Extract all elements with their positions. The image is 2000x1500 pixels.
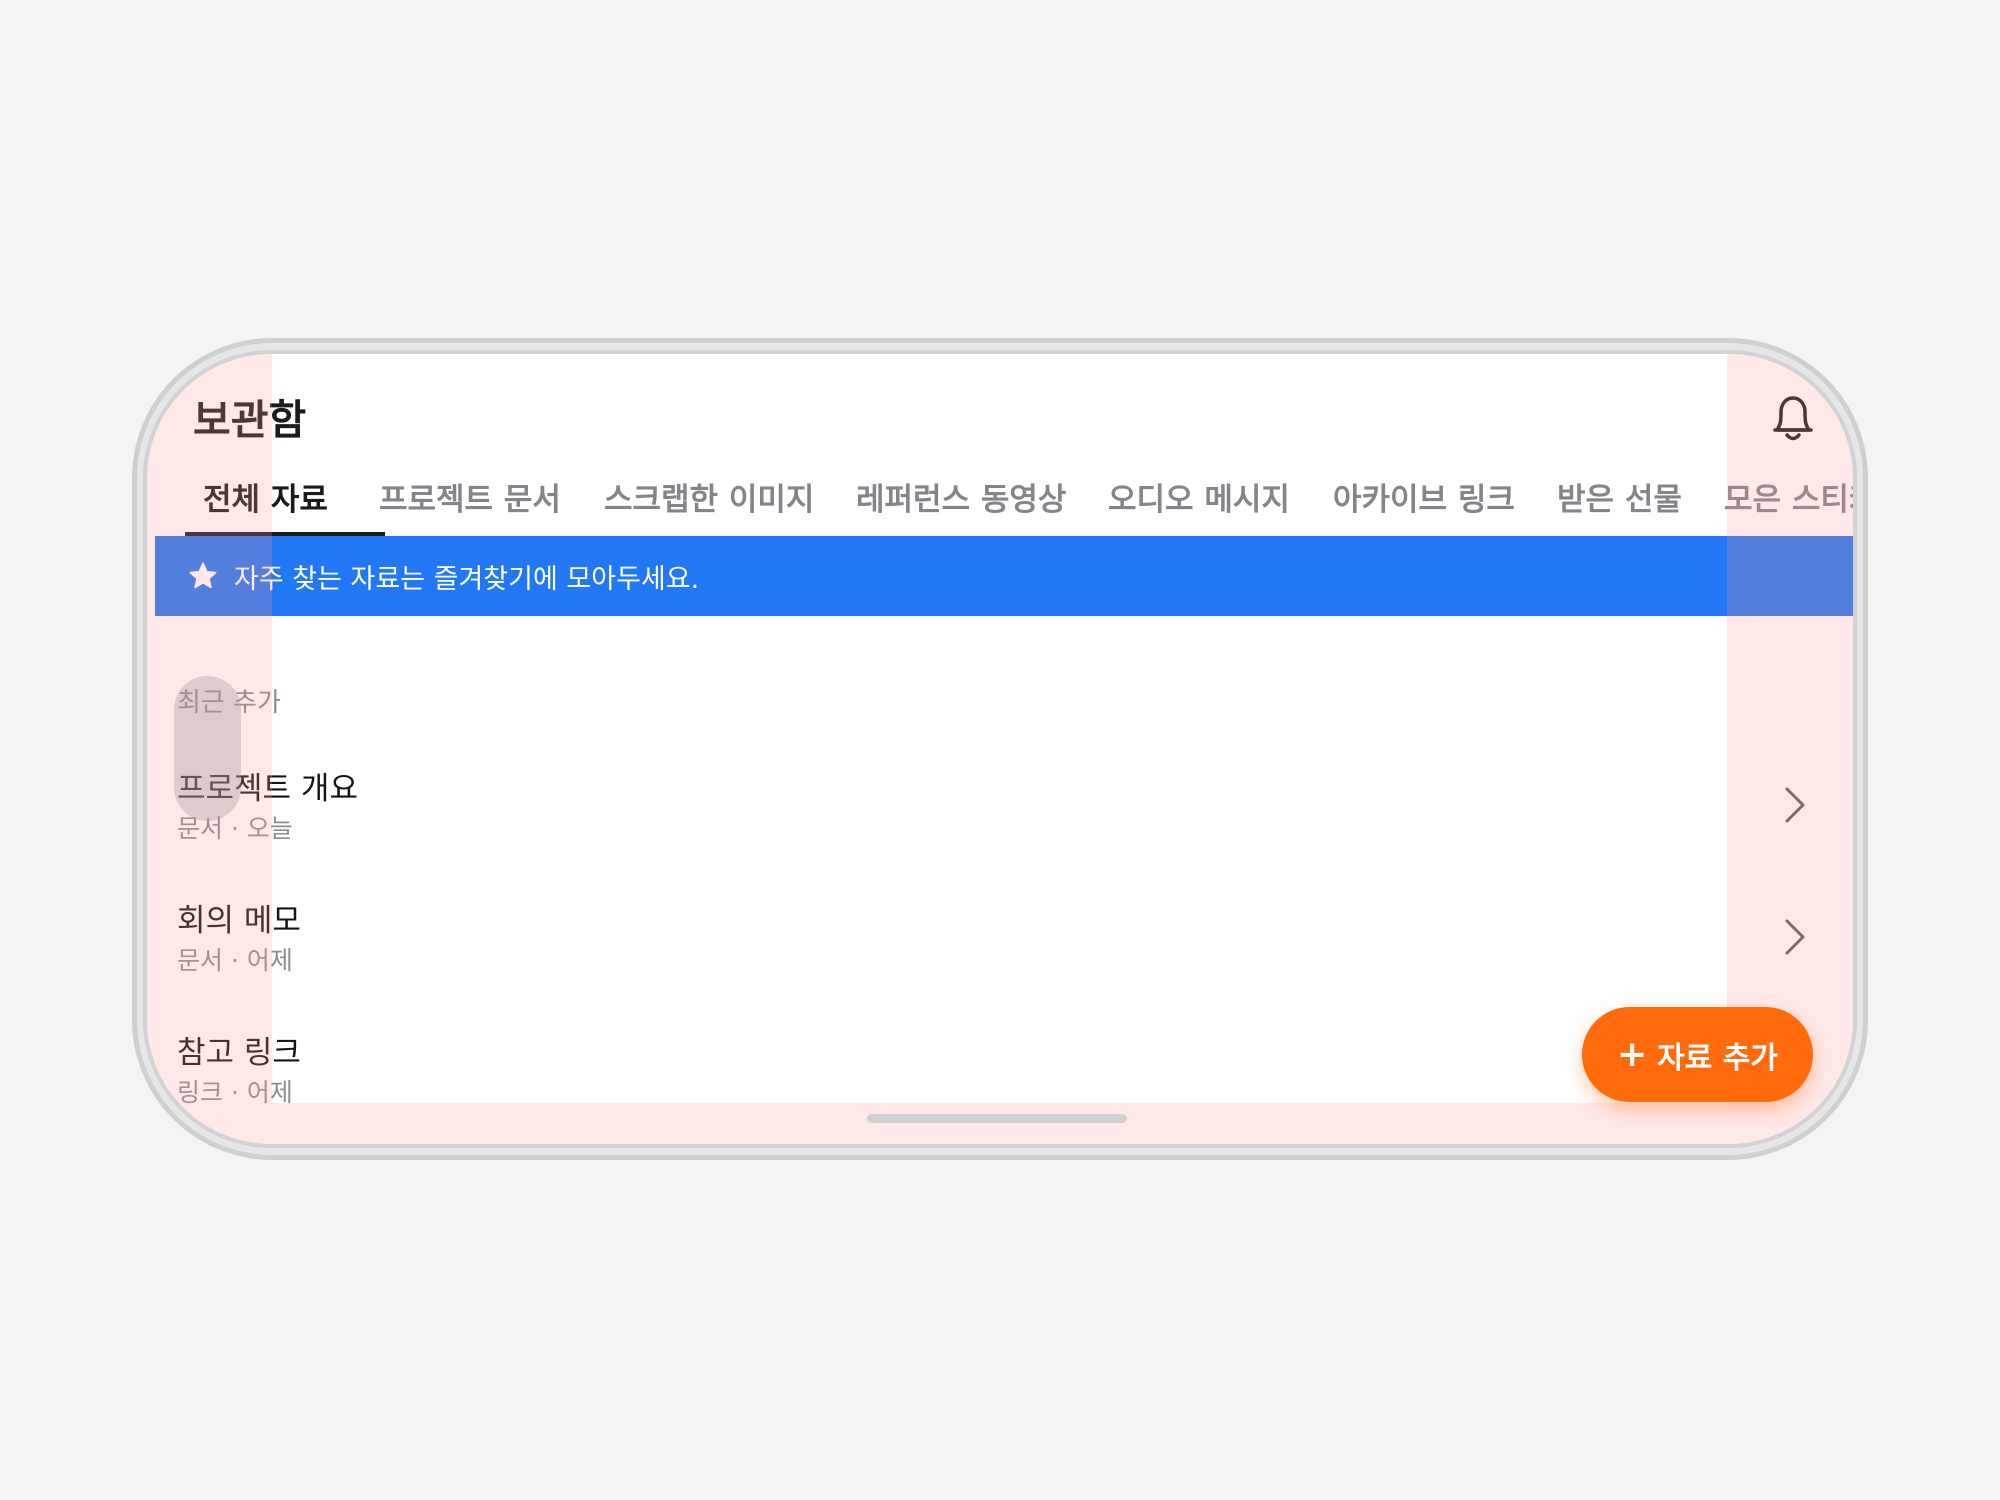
item-title: 참고 링크 [177,1035,301,1071]
scrollbar-thumb[interactable] [174,676,241,821]
add-item-label: 자료 추가 [1657,1040,1779,1076]
add-item-button[interactable]: + 자료 추가 [1582,1007,1813,1102]
list-item[interactable]: 프로젝트 개요 문서 · 오늘 [147,763,1853,893]
item-subtitle: 링크 · 어제 [177,1078,293,1107]
tab-archive-links[interactable]: 아카이브 링크 [1333,464,1515,536]
tab-all[interactable]: 전체 자료 [203,464,328,536]
list-item[interactable]: 회의 메모 문서 · 어제 [147,895,1853,1025]
star-icon [189,562,217,589]
bell-icon[interactable] [1767,390,1819,446]
device-screen: 보관함 전체 자료 프로젝트 문서 스크랩한 이미지 레퍼런스 동영상 오디오 … [143,350,1857,1148]
tab-collected-stickers[interactable]: 모은 스티커 [1724,464,1853,536]
tab-received-gifts[interactable]: 받은 선물 [1557,464,1682,536]
chevron-right-icon [1785,787,1805,823]
app-screen: 보관함 전체 자료 프로젝트 문서 스크랩한 이미지 레퍼런스 동영상 오디오 … [147,354,1853,1144]
page-title: 보관함 [193,396,307,444]
favorites-tip-banner[interactable]: 자주 찾는 자료는 즐겨찾기에 모아두세요. [155,536,1853,616]
category-tabs: 전체 자료 프로젝트 문서 스크랩한 이미지 레퍼런스 동영상 오디오 메시지 … [147,464,1853,536]
tab-scrap-images[interactable]: 스크랩한 이미지 [604,464,814,536]
banner-text: 자주 찾는 자료는 즐겨찾기에 모아두세요. [234,563,700,595]
item-subtitle: 문서 · 어제 [177,946,293,975]
tab-audio-messages[interactable]: 오디오 메시지 [1108,464,1290,536]
plus-icon: + [1616,1034,1648,1075]
home-indicator[interactable] [867,1114,1127,1123]
item-title: 회의 메모 [177,903,301,939]
tab-reference-videos[interactable]: 레퍼런스 동영상 [856,464,1066,536]
tab-project-docs[interactable]: 프로젝트 문서 [379,464,561,536]
chevron-right-icon [1785,919,1805,955]
